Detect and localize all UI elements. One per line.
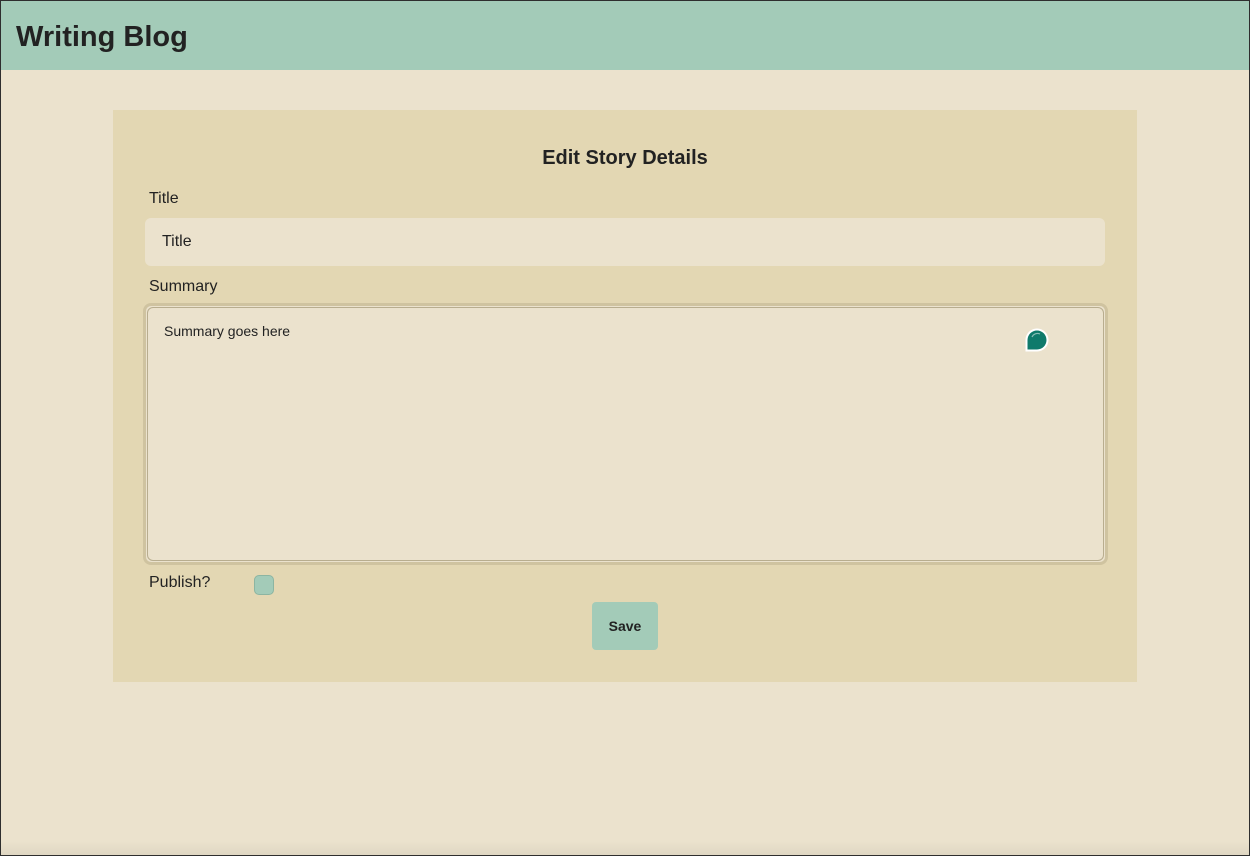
publish-label: Publish?	[149, 574, 211, 591]
summary-focus-ring: Summary goes here	[143, 303, 1108, 565]
title-label: Title	[149, 190, 179, 207]
site-header: Writing Blog	[1, 1, 1249, 70]
site-title: Writing Blog	[16, 21, 188, 53]
form-heading: Edit Story Details	[542, 147, 708, 169]
window-bottom-edge	[1, 841, 1249, 855]
edit-story-form: Edit Story Details Title Summary Summary…	[113, 110, 1137, 682]
save-button[interactable]: Save	[592, 602, 658, 650]
summary-label: Summary	[149, 278, 218, 295]
summary-textarea[interactable]: Summary goes here	[147, 307, 1104, 561]
chat-bubble-icon[interactable]	[1024, 327, 1050, 353]
title-input[interactable]	[145, 218, 1105, 266]
publish-checkbox[interactable]	[254, 575, 274, 595]
